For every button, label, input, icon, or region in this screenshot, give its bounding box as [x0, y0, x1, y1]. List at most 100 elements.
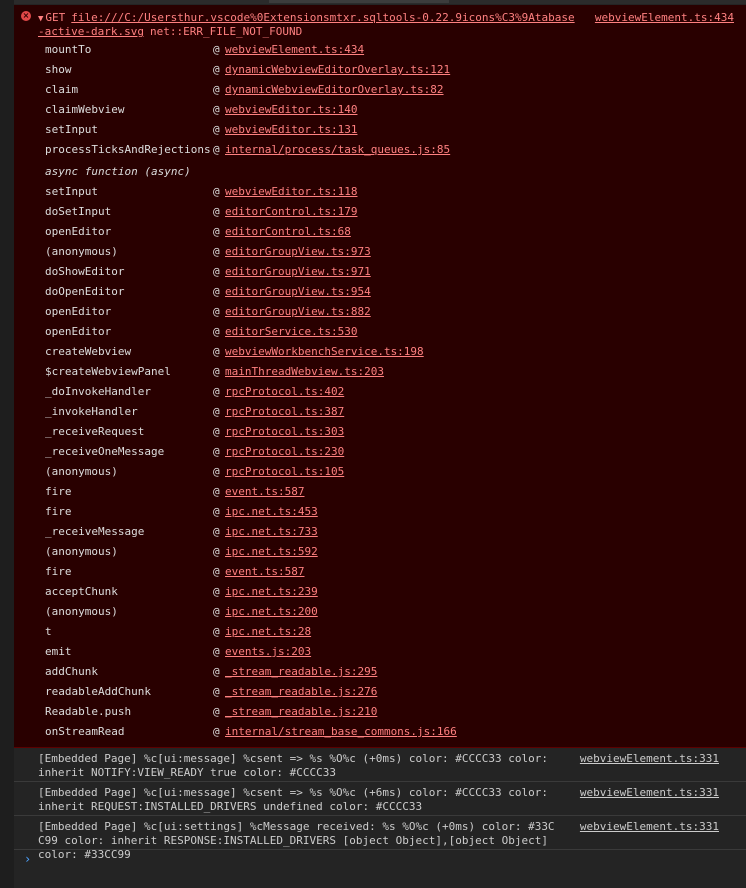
stack-function-name: _receiveRequest: [45, 425, 145, 438]
at-symbol: @: [213, 345, 220, 358]
log-message: [Embedded Page] %c[ui:settings] %cMessag…: [38, 820, 555, 861]
at-symbol: @: [213, 325, 220, 338]
stack-function-name: _doInvokeHandler: [45, 385, 151, 398]
stack-source-link[interactable]: webviewEditor.ts:140: [225, 100, 357, 120]
stack-function-name: acceptChunk: [45, 585, 118, 598]
stack-source-link[interactable]: _stream_readable.js:276: [225, 682, 377, 702]
log-source-link[interactable]: webviewElement.ts:331: [580, 752, 719, 766]
console-log-entry: [Embedded Page] %c[ui:message] %csent =>…: [14, 782, 746, 816]
stack-source-link[interactable]: editorGroupView.ts:882: [225, 302, 371, 322]
stack-source-link[interactable]: editorGroupView.ts:971: [225, 262, 371, 282]
stack-function-name: createWebview: [45, 345, 132, 358]
stack-source-link[interactable]: event.ts:587: [225, 482, 304, 502]
error-icon: ×: [21, 11, 31, 21]
expand-triangle-icon[interactable]: ▼: [38, 14, 43, 24]
top-tab-indicator: [269, 0, 449, 3]
stack-source-link[interactable]: rpcProtocol.ts:105: [225, 462, 344, 482]
stack-source-link[interactable]: ipc.net.ts:453: [225, 502, 318, 522]
stack-source-link[interactable]: _stream_readable.js:295: [225, 662, 377, 682]
stack-source-link[interactable]: internal/process/task_queues.js:85: [225, 140, 450, 160]
stack-function-name: (anonymous): [45, 465, 118, 478]
error-header-line2: -active-dark.svg net::ERR_FILE_NOT_FOUND: [38, 25, 302, 38]
stack-source-link[interactable]: events.js:203: [225, 642, 311, 662]
stack-source-link[interactable]: webviewEditor.ts:131: [225, 120, 357, 140]
stack-source-link[interactable]: editorGroupView.ts:973: [225, 242, 371, 262]
at-symbol: @: [213, 545, 220, 558]
stack-function-name: claim: [45, 83, 79, 96]
error-source-link[interactable]: webviewElement.ts:434: [595, 11, 734, 24]
log-source-link[interactable]: webviewElement.ts:331: [580, 786, 719, 800]
at-symbol: @: [213, 143, 220, 156]
at-symbol: @: [213, 565, 220, 578]
stack-source-link[interactable]: rpcProtocol.ts:402: [225, 382, 344, 402]
stack-source-link[interactable]: dynamicWebviewEditorOverlay.ts:121: [225, 60, 450, 80]
stack-source-link[interactable]: ipc.net.ts:733: [225, 522, 318, 542]
stack-function-name: openEditor: [45, 325, 112, 338]
stack-source-link[interactable]: rpcProtocol.ts:387: [225, 402, 344, 422]
stack-source-link[interactable]: editorControl.ts:179: [225, 202, 357, 222]
request-url-continued[interactable]: -active-dark.svg: [38, 25, 144, 38]
stack-source-link[interactable]: ipc.net.ts:28: [225, 622, 311, 642]
stack-function-name: openEditor: [45, 305, 112, 318]
at-symbol: @: [213, 445, 220, 458]
error-message: × ▼ GET file:///C:/Usersthur.vscode%0Exten…: [14, 5, 746, 748]
stack-source-link[interactable]: ipc.net.ts:592: [225, 542, 318, 562]
at-symbol: @: [213, 225, 220, 238]
stack-source-link[interactable]: webviewEditor.ts:118: [225, 182, 357, 202]
stack-function-name: openEditor: [45, 225, 112, 238]
at-symbol: @: [213, 705, 220, 718]
at-symbol: @: [213, 585, 220, 598]
stack-function-name: doShowEditor: [45, 265, 125, 278]
stack-function-name: (anonymous): [45, 245, 118, 258]
at-symbol: @: [213, 245, 220, 258]
stack-source-link[interactable]: internal/stream_base_commons.js:166: [225, 722, 457, 742]
stack-source-link[interactable]: _stream_readable.js:210: [225, 702, 377, 722]
stack-source-link[interactable]: dynamicWebviewEditorOverlay.ts:82: [225, 80, 444, 100]
stack-source-link[interactable]: event.ts:587: [225, 562, 304, 582]
stack-function-name: show: [45, 63, 72, 76]
at-symbol: @: [213, 425, 220, 438]
error-header[interactable]: ▼ GET file:///C:/Usersthur.vscode%0Extensi…: [38, 11, 575, 24]
console-prompt[interactable]: ›: [24, 852, 31, 866]
at-symbol: @: [213, 505, 220, 518]
at-symbol: @: [213, 305, 220, 318]
request-method: GET: [45, 11, 66, 24]
stack-function-name: _receiveOneMessage: [45, 445, 165, 458]
at-symbol: @: [213, 83, 220, 96]
stack-function-name: _receiveMessage: [45, 525, 145, 538]
async-separator: async function (async): [45, 165, 191, 178]
stack-function-name: mountTo: [45, 43, 92, 56]
stack-source-link[interactable]: webviewElement.ts:434: [225, 40, 364, 60]
at-symbol: @: [213, 365, 220, 378]
stack-function-name: t: [45, 625, 52, 638]
stack-function-name: addChunk: [45, 665, 98, 678]
stack-function-name: (anonymous): [45, 545, 118, 558]
stack-source-link[interactable]: rpcProtocol.ts:303: [225, 422, 344, 442]
stack-source-link[interactable]: editorService.ts:530: [225, 322, 357, 342]
at-symbol: @: [213, 123, 220, 136]
at-symbol: @: [213, 103, 220, 116]
at-symbol: @: [213, 63, 220, 76]
at-symbol: @: [213, 185, 220, 198]
at-symbol: @: [213, 385, 220, 398]
console-log-entry: [Embedded Page] %c[ui:message] %csent =>…: [14, 748, 746, 782]
stack-source-link[interactable]: webviewWorkbenchService.ts:198: [225, 342, 424, 362]
log-source-link[interactable]: webviewElement.ts:331: [580, 820, 719, 834]
stack-function-name: setInput: [45, 123, 98, 136]
at-symbol: @: [213, 605, 220, 618]
stack-source-link[interactable]: ipc.net.ts:200: [225, 602, 318, 622]
stack-function-name: _invokeHandler: [45, 405, 138, 418]
stack-function-name: $createWebviewPanel: [45, 365, 171, 378]
at-symbol: @: [213, 645, 220, 658]
stack-source-link[interactable]: rpcProtocol.ts:230: [225, 442, 344, 462]
at-symbol: @: [213, 405, 220, 418]
at-symbol: @: [213, 625, 220, 638]
stack-source-link[interactable]: ipc.net.ts:239: [225, 582, 318, 602]
at-symbol: @: [213, 725, 220, 738]
stack-source-link[interactable]: editorControl.ts:68: [225, 222, 351, 242]
stack-source-link[interactable]: editorGroupView.ts:954: [225, 282, 371, 302]
left-gutter: [0, 0, 14, 888]
stack-source-link[interactable]: mainThreadWebview.ts:203: [225, 362, 384, 382]
stack-function-name: readableAddChunk: [45, 685, 151, 698]
request-url[interactable]: file:///C:/Usersthur.vscode%0Extensionsm…: [71, 11, 574, 24]
